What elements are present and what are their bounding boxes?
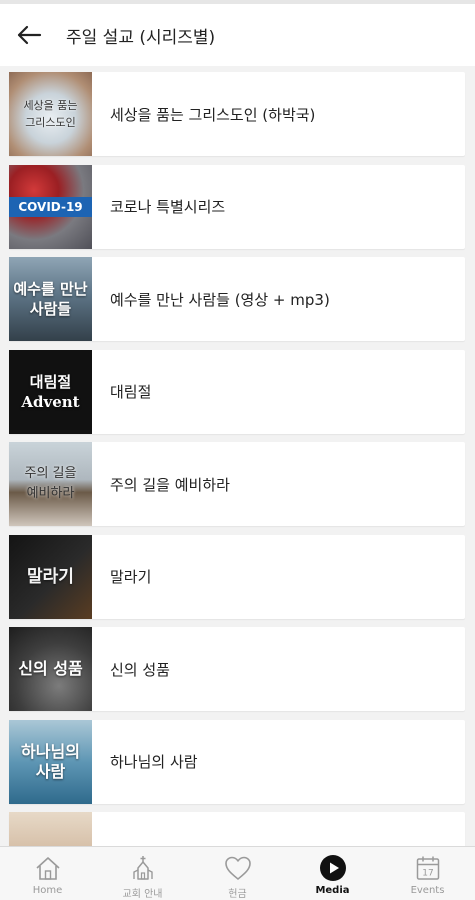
- series-title: 말라기: [110, 568, 152, 586]
- nav-events[interactable]: 17 Events: [380, 847, 475, 900]
- nav-label: Media: [315, 885, 350, 896]
- thumbnail-text: 예수를 만난 사람들: [13, 280, 88, 318]
- series-thumbnail: 대림절 Advent: [9, 349, 92, 434]
- series-title: 하나님의 사람: [110, 753, 198, 771]
- bottom-navigation: Home 교회 안내 헌금 Media 17 Events: [0, 846, 475, 900]
- list-item[interactable]: 세상을 품는 그리스도인 세상을 품는 그리스도인 (하박국): [9, 72, 465, 156]
- series-title: 예수를 만난 사람들 (영상 + mp3): [110, 290, 330, 309]
- play-circle-icon: [318, 853, 348, 883]
- series-thumbnail: 예수를 만난 사람들: [9, 257, 92, 341]
- app-header: 주일 설교 (시리즈별): [0, 4, 475, 66]
- thumbnail-text: 말라기: [27, 566, 74, 587]
- page-title: 주일 설교 (시리즈별): [66, 27, 216, 48]
- list-item[interactable]: 하나님의 사람 하나님의 사람: [9, 719, 465, 804]
- list-item[interactable]: 예수를 만난 사람들 예수를 만난 사람들 (영상 + mp3): [9, 257, 465, 341]
- thumbnail-text: 세상을 품는 그리스도인: [23, 99, 78, 129]
- thumbnail-text: 주의 길을 예비하라: [24, 466, 77, 501]
- nav-home[interactable]: Home: [0, 847, 95, 900]
- series-title: 주의 길을 예비하라: [110, 475, 230, 494]
- nav-label: Home: [32, 885, 63, 896]
- series-title: 코로나 특별시리즈: [110, 198, 226, 216]
- series-thumbnail: 말라기: [9, 534, 92, 619]
- series-thumbnail: 세상을 품는 그리스도인: [9, 72, 92, 156]
- list-item[interactable]: 말라기 말라기: [9, 534, 465, 619]
- nav-label: Events: [410, 885, 445, 896]
- list-item[interactable]: 대림절 Advent 대림절: [9, 349, 465, 434]
- heart-icon: [223, 853, 253, 883]
- list-item[interactable]: COVID-19 코로나 특별시리즈: [9, 164, 465, 249]
- series-title: 대림절: [110, 383, 152, 401]
- list-item[interactable]: 신의 성품 신의 성품: [9, 627, 465, 711]
- nav-church-info[interactable]: 교회 안내: [95, 847, 190, 900]
- series-thumbnail: 신의 성품: [9, 627, 92, 711]
- series-list[interactable]: 세상을 품는 그리스도인 세상을 품는 그리스도인 (하박국) COVID-19…: [0, 66, 475, 846]
- nav-media[interactable]: Media: [285, 847, 380, 900]
- series-thumbnail: 주의 길을 예비하라: [9, 442, 92, 526]
- calendar-icon: 17: [413, 853, 443, 883]
- thumbnail-text: 하나님의 사람: [21, 741, 80, 781]
- thumbnail-text: 대림절 Advent: [21, 372, 80, 411]
- series-title: 신의 성품: [110, 660, 170, 679]
- nav-label: 헌금: [228, 889, 247, 900]
- back-button[interactable]: [0, 4, 58, 66]
- list-item[interactable]: 주의 길을 예비하라 주의 길을 예비하라: [9, 442, 465, 526]
- list-item[interactable]: [9, 812, 465, 846]
- thumbnail-text: COVID-19: [9, 196, 92, 217]
- nav-offering[interactable]: 헌금: [190, 847, 285, 900]
- home-icon: [33, 853, 63, 883]
- back-arrow-icon: [17, 25, 42, 45]
- church-icon: [128, 853, 158, 883]
- series-thumbnail: COVID-19: [9, 164, 92, 249]
- series-thumbnail: [9, 812, 92, 846]
- calendar-day: 17: [422, 869, 433, 879]
- thumbnail-text: 신의 성품: [18, 659, 83, 678]
- nav-label: 교회 안내: [122, 889, 163, 900]
- series-thumbnail: 하나님의 사람: [9, 719, 92, 804]
- series-title: 세상을 품는 그리스도인 (하박국): [110, 105, 316, 124]
